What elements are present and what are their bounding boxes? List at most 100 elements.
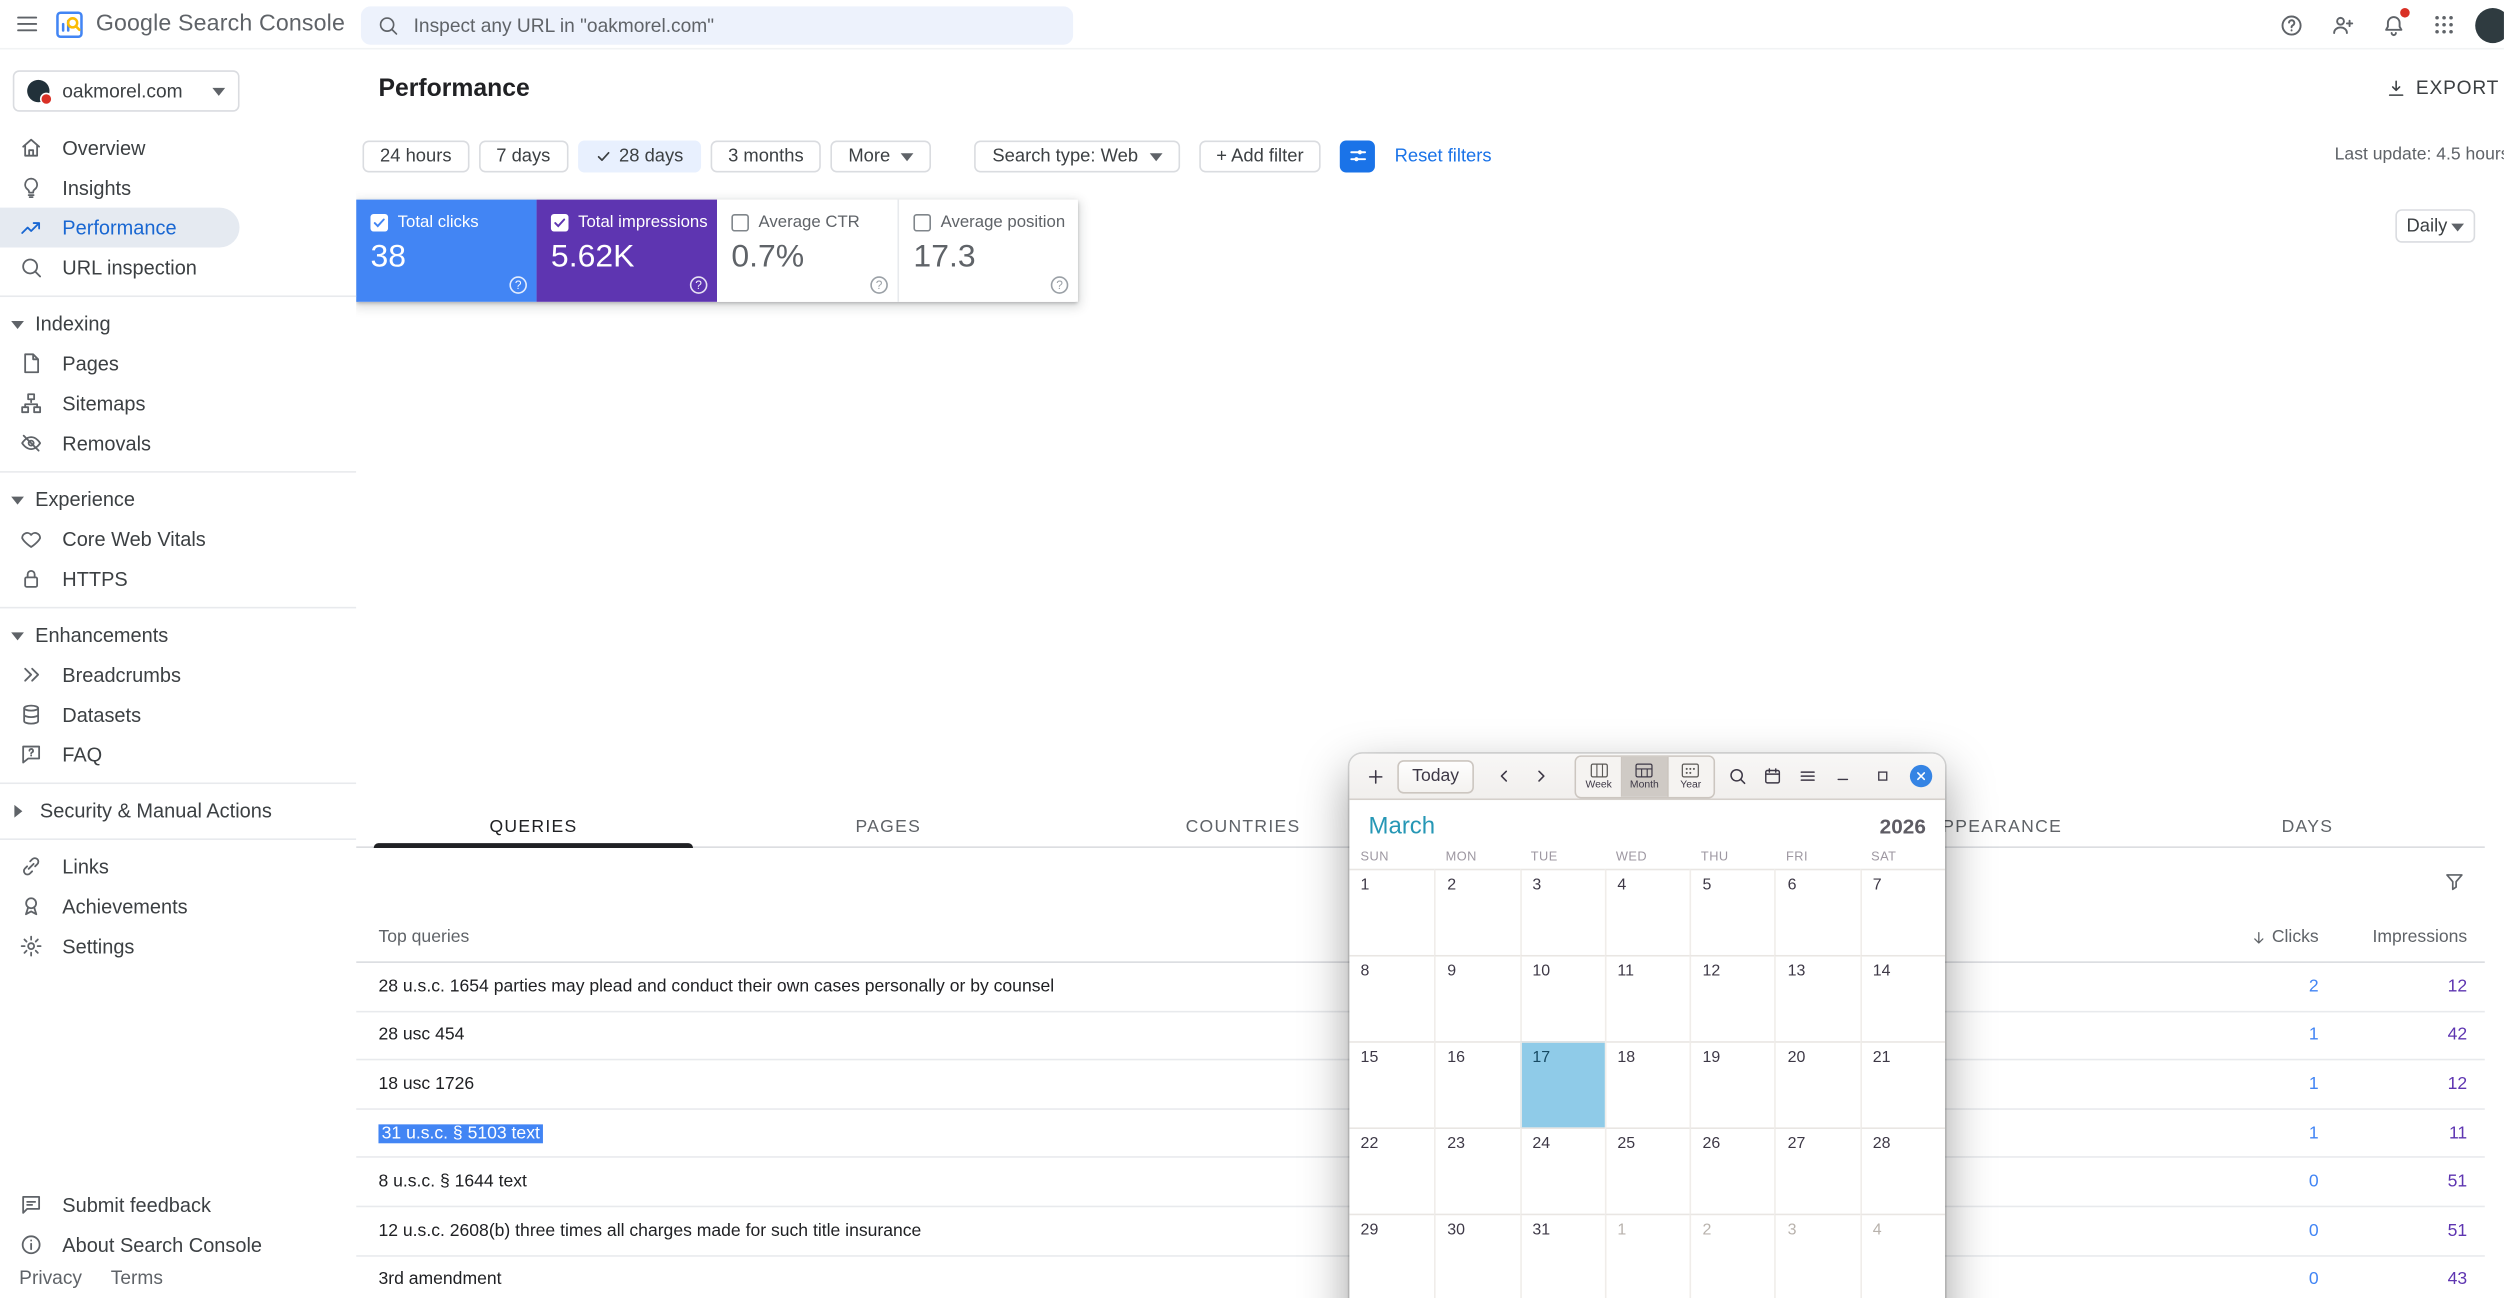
sidebar-section-experience[interactable]: Experience <box>0 479 356 519</box>
day-cell-selected[interactable]: 17 <box>1520 1041 1605 1127</box>
day-cell[interactable]: 30 <box>1434 1214 1519 1298</box>
day-cell[interactable]: 19 <box>1690 1041 1775 1127</box>
day-cell[interactable]: 15 <box>1349 1041 1434 1127</box>
minimize-button[interactable] <box>1830 763 1856 789</box>
today-button[interactable]: Today <box>1398 759 1474 793</box>
day-cell[interactable]: 16 <box>1434 1041 1519 1127</box>
calendar-list-button[interactable] <box>1759 760 1787 792</box>
tab-queries[interactable]: QUERIES <box>356 806 711 846</box>
checkbox-unchecked[interactable] <box>731 213 749 231</box>
range-chip-3-months[interactable]: 3 months <box>711 140 822 172</box>
total-impressions-card[interactable]: Total impressions 5.62K ? <box>537 200 717 302</box>
month-view-button[interactable]: Month <box>1622 756 1668 796</box>
week-view-button[interactable]: Week <box>1577 756 1623 796</box>
account-avatar[interactable] <box>2475 7 2504 42</box>
total-clicks-card[interactable]: Total clicks 38 ? <box>356 200 536 302</box>
day-cell[interactable]: 26 <box>1690 1127 1775 1213</box>
day-cell[interactable]: 13 <box>1775 955 1860 1041</box>
sidebar-item-sitemaps[interactable]: Sitemaps <box>0 383 356 423</box>
sidebar-item-core-web-vitals[interactable]: Core Web Vitals <box>0 519 356 559</box>
add-filter-chip[interactable]: + Add filter <box>1199 140 1321 172</box>
day-cell-next-month[interactable]: 1 <box>1605 1214 1690 1298</box>
search-type-chip[interactable]: Search type: Web <box>975 140 1180 172</box>
day-cell[interactable]: 8 <box>1349 955 1434 1041</box>
interval-select[interactable]: Daily <box>2395 209 2475 243</box>
day-cell[interactable]: 23 <box>1434 1127 1519 1213</box>
checkbox-checked[interactable] <box>551 213 569 231</box>
clicks-column-header[interactable]: Clicks <box>2127 928 2319 947</box>
day-cell-next-month[interactable]: 4 <box>1860 1214 1945 1298</box>
sidebar-item-about[interactable]: About Search Console <box>0 1225 356 1265</box>
sidebar-item-insights[interactable]: Insights <box>0 168 356 208</box>
google-apps-button[interactable] <box>2424 5 2464 45</box>
tab-days[interactable]: DAYS <box>2130 806 2485 846</box>
help-icon[interactable]: ? <box>690 276 708 294</box>
day-cell[interactable]: 3 <box>1520 869 1605 955</box>
impressions-column-header[interactable]: Impressions <box>2319 928 2485 947</box>
sidebar-item-breadcrumbs[interactable]: Breadcrumbs <box>0 655 356 695</box>
sidebar-item-pages[interactable]: Pages <box>0 343 356 383</box>
filter-toggle-button[interactable] <box>1340 140 1375 172</box>
sidebar-section-indexing[interactable]: Indexing <box>0 303 356 343</box>
day-cell[interactable]: 5 <box>1690 869 1775 955</box>
sidebar-item-achievements[interactable]: Achievements <box>0 886 356 926</box>
help-icon[interactable]: ? <box>870 276 888 294</box>
calendar-menu-button[interactable] <box>1794 760 1822 792</box>
range-chip-28-days[interactable]: 28 days <box>578 140 701 172</box>
day-cell[interactable]: 1 <box>1349 869 1434 955</box>
help-icon[interactable]: ? <box>509 276 527 294</box>
table-filter-button[interactable] <box>2437 864 2472 899</box>
day-cell[interactable]: 22 <box>1349 1127 1434 1213</box>
sidebar-item-performance[interactable]: Performance <box>0 208 240 248</box>
day-cell[interactable]: 7 <box>1860 869 1945 955</box>
day-cell[interactable]: 29 <box>1349 1214 1434 1298</box>
average-position-card[interactable]: Average position 17.3 ? <box>897 200 1077 302</box>
day-cell[interactable]: 6 <box>1775 869 1860 955</box>
help-button[interactable] <box>2271 5 2311 45</box>
day-cell-next-month[interactable]: 2 <box>1690 1214 1775 1298</box>
day-cell[interactable]: 11 <box>1605 955 1690 1041</box>
property-selector[interactable]: oakmorel.com <box>13 70 240 112</box>
day-cell[interactable]: 20 <box>1775 1041 1860 1127</box>
sidebar-item-datasets[interactable]: Datasets <box>0 695 356 735</box>
calendar-titlebar[interactable]: Today Week Month Year <box>1349 754 1945 800</box>
range-chip-more[interactable]: More <box>831 140 932 172</box>
sidebar-item-https[interactable]: HTTPS <box>0 559 356 599</box>
previous-month-button[interactable] <box>1491 760 1519 792</box>
range-chip-7-days[interactable]: 7 days <box>479 140 568 172</box>
day-cell[interactable]: 4 <box>1605 869 1690 955</box>
sidebar-item-submit-feedback[interactable]: Submit feedback <box>0 1185 356 1225</box>
range-chip-24-hours[interactable]: 24 hours <box>362 140 469 172</box>
new-event-button[interactable] <box>1362 760 1390 792</box>
sidebar-item-links[interactable]: Links <box>0 846 356 886</box>
day-cell[interactable]: 12 <box>1690 955 1775 1041</box>
sidebar-item-overview[interactable]: Overview <box>0 128 356 168</box>
app-logo[interactable]: Google Search Console <box>54 9 345 39</box>
main-menu-button[interactable] <box>5 2 50 47</box>
maximize-button[interactable] <box>1870 763 1896 789</box>
sidebar-section-security[interactable]: Security & Manual Actions <box>0 790 356 830</box>
calendar-search-button[interactable] <box>1723 760 1751 792</box>
day-cell[interactable]: 27 <box>1775 1127 1860 1213</box>
sidebar-item-settings[interactable]: Settings <box>0 926 356 966</box>
day-cell[interactable]: 25 <box>1605 1127 1690 1213</box>
url-inspect-searchbar[interactable] <box>361 6 1073 44</box>
sidebar-item-faq[interactable]: FAQ <box>0 735 356 775</box>
day-cell[interactable]: 24 <box>1520 1127 1605 1213</box>
export-button[interactable]: EXPORT <box>2386 77 2500 99</box>
sidebar-item-url-inspection[interactable]: URL inspection <box>0 248 356 288</box>
reset-filters-link[interactable]: Reset filters <box>1395 146 1492 165</box>
privacy-link[interactable]: Privacy <box>19 1266 82 1288</box>
help-icon[interactable]: ? <box>1051 276 1069 294</box>
day-cell[interactable]: 21 <box>1860 1041 1945 1127</box>
day-cell[interactable]: 18 <box>1605 1041 1690 1127</box>
day-cell[interactable]: 9 <box>1434 955 1519 1041</box>
year-view-button[interactable]: Year <box>1668 756 1713 796</box>
checkbox-checked[interactable] <box>370 213 388 231</box>
day-cell[interactable]: 31 <box>1520 1214 1605 1298</box>
sidebar-section-enhancements[interactable]: Enhancements <box>0 615 356 655</box>
day-cell[interactable]: 14 <box>1860 955 1945 1041</box>
sidebar-item-removals[interactable]: Removals <box>0 423 356 463</box>
day-cell[interactable]: 2 <box>1434 869 1519 955</box>
add-user-button[interactable] <box>2322 5 2362 45</box>
